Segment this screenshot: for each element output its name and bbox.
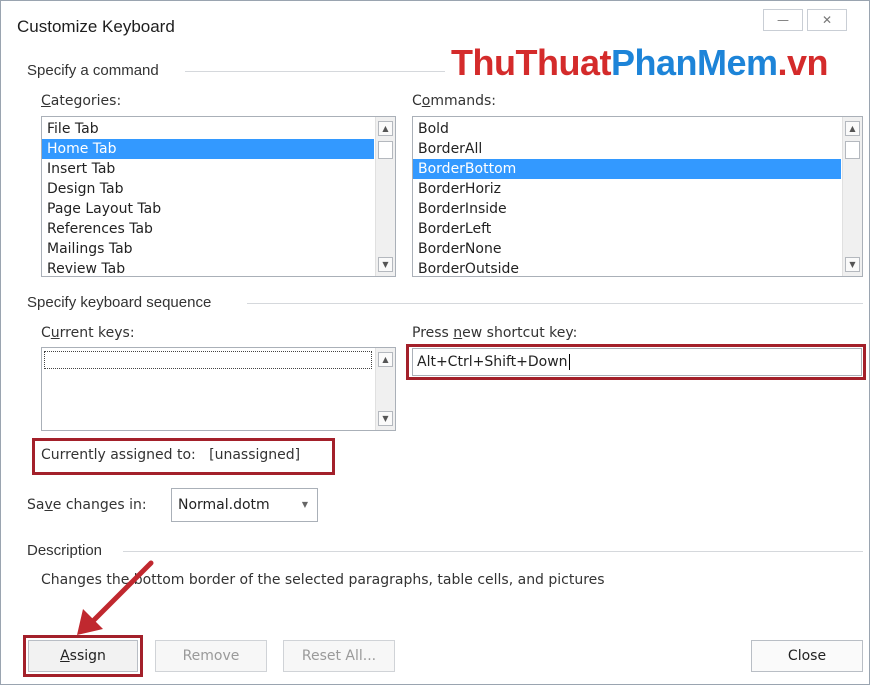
commands-label: Commands:: [412, 93, 496, 109]
list-item[interactable]: Insert Tab: [42, 159, 374, 179]
minimize-icon: —: [777, 13, 789, 27]
list-item[interactable]: BorderOutside: [413, 259, 841, 276]
scroll-up-arrow-icon[interactable]: ▲: [845, 121, 860, 136]
focus-item: [44, 351, 372, 369]
scroll-up-arrow-icon[interactable]: ▲: [378, 352, 393, 367]
list-item[interactable]: References Tab: [42, 219, 374, 239]
highlight-box-assign: [23, 635, 143, 677]
chevron-down-icon[interactable]: ▼: [302, 500, 308, 509]
categories-scrollbar[interactable]: ▲ ▼: [375, 117, 395, 276]
close-window-button[interactable]: ✕: [807, 9, 847, 31]
scroll-up-arrow-icon[interactable]: ▲: [378, 121, 393, 136]
list-item[interactable]: File Tab: [42, 119, 374, 139]
list-item[interactable]: Review Tab: [42, 259, 374, 276]
watermark-logo: ThuThuatPhanMem.vn: [451, 42, 829, 83]
scroll-down-arrow-icon[interactable]: ▼: [378, 411, 393, 426]
group-divider: [247, 303, 863, 304]
list-item[interactable]: Home Tab: [42, 139, 374, 159]
annotation-arrow-icon: [77, 560, 154, 635]
list-item[interactable]: Mailings Tab: [42, 239, 374, 259]
currently-assigned-label: Currently assigned to: [unassigned]: [41, 447, 301, 463]
remove-button[interactable]: Remove: [155, 640, 267, 672]
categories-label: Categories:: [41, 93, 122, 109]
current-keys-listbox[interactable]: ▲ ▼: [41, 347, 396, 431]
categories-listbox[interactable]: File Tab Home Tab Insert Tab Design Tab Page…: [41, 116, 396, 277]
list-item[interactable]: Design Tab: [42, 179, 374, 199]
press-new-shortcut-label: Press new shortcut key:: [412, 325, 578, 341]
reset-all-button[interactable]: Reset All...: [283, 640, 395, 672]
group-divider: [185, 71, 445, 72]
current-keys-scrollbar[interactable]: ▲ ▼: [375, 348, 395, 430]
scroll-down-arrow-icon[interactable]: ▼: [845, 257, 860, 272]
save-changes-dropdown[interactable]: Normal.dotm ▼: [171, 488, 318, 522]
specify-command-group-label: Specify a command: [27, 62, 159, 79]
keyboard-sequence-group-label: Specify keyboard sequence: [27, 294, 212, 311]
scroll-thumb[interactable]: [845, 141, 860, 159]
description-group-label: Description: [27, 542, 103, 559]
commands-listbox[interactable]: Bold BorderAll BorderBottom BorderHoriz Bord…: [412, 116, 863, 277]
list-item[interactable]: BorderAll: [413, 139, 841, 159]
highlight-box-shortcut: [406, 344, 866, 380]
list-item[interactable]: BorderInside: [413, 199, 841, 219]
minimize-button[interactable]: —: [763, 9, 803, 31]
scroll-thumb[interactable]: [378, 141, 393, 159]
dialog-title: Customize Keyboard: [17, 17, 175, 36]
currently-assigned-value: [unassigned]: [209, 447, 301, 463]
list-item[interactable]: Bold: [413, 119, 841, 139]
list-item[interactable]: BorderNone: [413, 239, 841, 259]
close-icon: ✕: [821, 13, 833, 27]
list-item[interactable]: BorderHoriz: [413, 179, 841, 199]
customize-keyboard-dialog: Customize Keyboard — ✕ ThuThuatPhanMem.v…: [0, 0, 870, 685]
commands-scrollbar[interactable]: ▲ ▼: [842, 117, 862, 276]
save-changes-label: Save changes in:: [27, 497, 147, 513]
list-item[interactable]: BorderBottom: [413, 159, 841, 179]
scroll-down-arrow-icon[interactable]: ▼: [378, 257, 393, 272]
current-keys-label: Current keys:: [41, 325, 135, 341]
list-item[interactable]: BorderLeft: [413, 219, 841, 239]
group-divider: [123, 551, 863, 552]
close-button[interactable]: Close: [751, 640, 863, 672]
save-changes-value: Normal.dotm: [178, 497, 270, 513]
list-item[interactable]: Page Layout Tab: [42, 199, 374, 219]
